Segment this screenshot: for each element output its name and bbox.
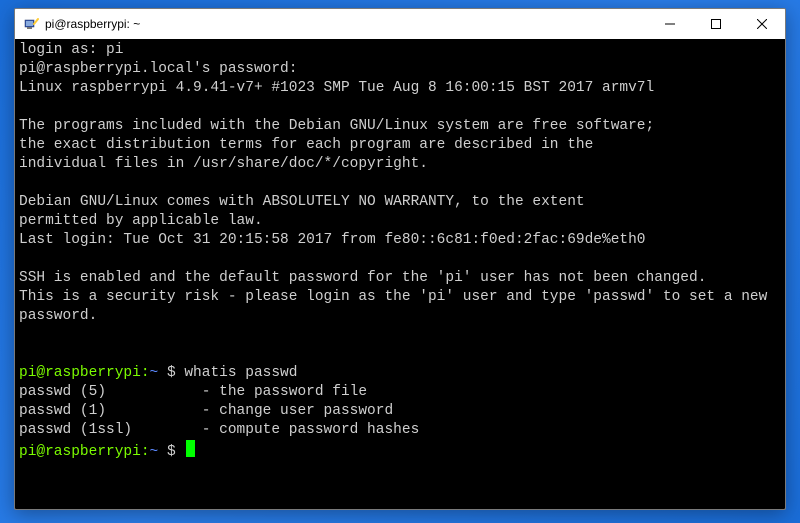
terminal-output-line [19, 326, 781, 345]
terminal-output-line: passwd (1) - change user password [19, 402, 781, 421]
prompt-dollar: $ [167, 444, 176, 460]
terminal-output-line: login as: pi [19, 41, 781, 60]
putty-icon [23, 16, 39, 32]
minimize-icon [665, 19, 675, 29]
window-titlebar[interactable]: pi@raspberrypi: ~ [15, 9, 785, 39]
maximize-button[interactable] [693, 9, 739, 39]
terminal-prompt-line-1: pi@raspberrypi:~ $ whatis passwd [19, 364, 781, 383]
prompt-user: pi@raspberrypi [19, 365, 141, 381]
command-text: whatis passwd [184, 365, 297, 381]
terminal-output-line: SSH is enabled and the default password … [19, 269, 781, 288]
terminal-login-text: login as: pipi@raspberrypi.local's passw… [19, 41, 781, 364]
terminal-output-line: This is a security risk - please login a… [19, 288, 781, 326]
terminal-output-line: the exact distribution terms for each pr… [19, 136, 781, 155]
window-controls [647, 9, 785, 39]
close-icon [757, 19, 767, 29]
terminal-output-line: individual files in /usr/share/doc/*/cop… [19, 155, 781, 174]
prompt-user: pi@raspberrypi [19, 444, 141, 460]
prompt-dollar: $ [167, 365, 176, 381]
terminal-window: pi@raspberrypi: ~ login as: pipi@raspber… [14, 8, 786, 510]
terminal-body[interactable]: login as: pipi@raspberrypi.local's passw… [15, 39, 785, 509]
whatis-output: passwd (5) - the password filepasswd (1)… [19, 383, 781, 440]
terminal-output-line [19, 250, 781, 269]
terminal-output-line [19, 174, 781, 193]
terminal-output-line: passwd (5) - the password file [19, 383, 781, 402]
maximize-icon [711, 19, 721, 29]
terminal-output-line: pi@raspberrypi.local's password: [19, 60, 781, 79]
terminal-output-line: permitted by applicable law. [19, 212, 781, 231]
terminal-output-line: passwd (1ssl) - compute password hashes [19, 421, 781, 440]
terminal-output-line: Last login: Tue Oct 31 20:15:58 2017 fro… [19, 231, 781, 250]
prompt-path: ~ [150, 365, 159, 381]
terminal-output-line: Linux raspberrypi 4.9.41-v7+ #1023 SMP T… [19, 79, 781, 98]
terminal-output-line [19, 345, 781, 364]
window-title: pi@raspberrypi: ~ [45, 17, 647, 31]
close-button[interactable] [739, 9, 785, 39]
minimize-button[interactable] [647, 9, 693, 39]
terminal-output-line: Debian GNU/Linux comes with ABSOLUTELY N… [19, 193, 781, 212]
terminal-cursor [186, 440, 195, 457]
terminal-output-line: The programs included with the Debian GN… [19, 117, 781, 136]
terminal-prompt-line-2: pi@raspberrypi:~ $ [19, 440, 781, 462]
terminal-output-line [19, 98, 781, 117]
desktop-background: pi@raspberrypi: ~ login as: pipi@raspber… [0, 0, 800, 523]
prompt-path: ~ [150, 444, 159, 460]
